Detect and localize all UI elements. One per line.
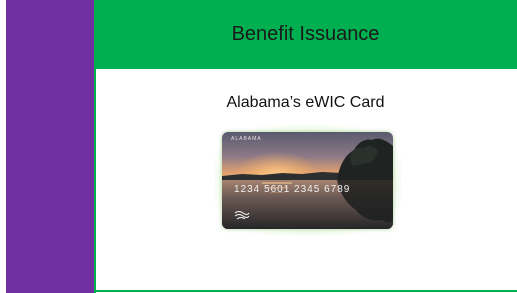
divider-bottom (94, 290, 517, 292)
card-brand-text: ALABAMA (231, 136, 262, 142)
slide: Benefit Issuance Alabama’s eWIC Card ALA… (0, 0, 517, 293)
page-title: Benefit Issuance (231, 23, 380, 45)
card-heading: Alabama’s eWIC Card (226, 94, 385, 111)
header-banner: Benefit Issuance (94, 0, 517, 69)
card-number: 1234 5601 2345 6789 (234, 184, 351, 195)
sidebar-bar (6, 0, 94, 293)
wic-logo-icon (234, 211, 250, 220)
ewic-card-image: ALABAMA 1234 5601 2345 6789 (222, 132, 393, 229)
